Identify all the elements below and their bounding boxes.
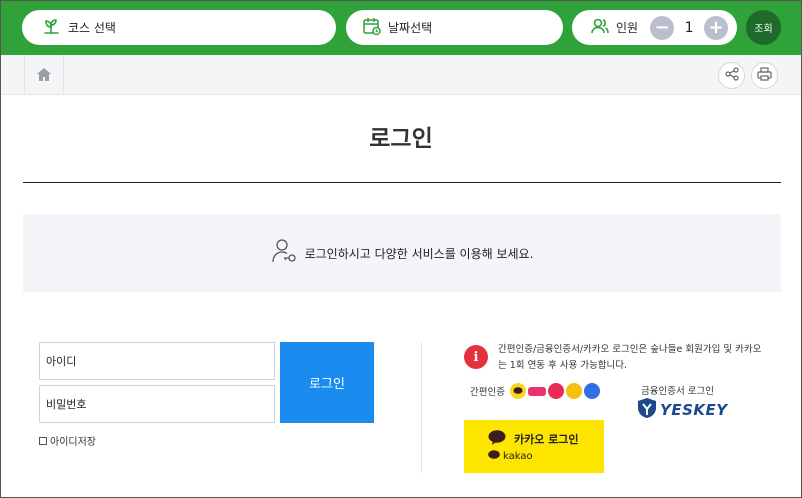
- print-button[interactable]: [751, 62, 778, 89]
- section-divider: [421, 342, 422, 473]
- pass-blue-logo-icon: [584, 383, 600, 399]
- title-divider: [23, 182, 781, 183]
- page-title: 로그인: [369, 126, 433, 152]
- reservation-bar: 코스 선택 날짜선택 인원 − 1 + 조회: [1, 1, 801, 55]
- login-notice: 로그인하시고 다양한 서비스를 이용해 보세요.: [23, 214, 781, 292]
- people-selector: 인원 − 1 +: [572, 10, 737, 45]
- save-id-option[interactable]: 아이디저장: [39, 433, 96, 448]
- share-button[interactable]: [718, 62, 745, 89]
- breadcrumb: [1, 55, 801, 95]
- kakao-small-bubble-icon: [488, 450, 500, 463]
- save-id-checkbox[interactable]: [39, 436, 47, 445]
- calendar-icon: [362, 16, 382, 40]
- course-select-label: 코스 선택: [68, 21, 116, 35]
- date-select-label: 날짜선택: [388, 21, 433, 35]
- kakao-login-label: 카카오 로그인: [514, 433, 579, 446]
- kakao-bubble-icon: [488, 430, 506, 448]
- decrease-people-button[interactable]: −: [650, 15, 675, 40]
- easy-auth-label: 간편인증: [470, 387, 505, 398]
- yeskey-login-button[interactable]: YESKEY: [637, 397, 728, 423]
- date-select[interactable]: 날짜선택: [346, 10, 563, 45]
- share-icon: [724, 66, 739, 85]
- kakao-logo-icon: [510, 383, 526, 399]
- easy-auth-button[interactable]: [510, 383, 602, 399]
- printer-icon: [757, 66, 772, 85]
- people-label: 인원: [616, 21, 639, 35]
- kakao-login-button[interactable]: 카카오 로그인 kakao: [464, 420, 604, 473]
- login-button[interactable]: 로그인: [280, 342, 374, 423]
- info-icon: i: [464, 345, 488, 369]
- people-icon: [590, 16, 610, 40]
- user-key-icon: [271, 237, 299, 269]
- course-select[interactable]: 코스 선택: [22, 10, 336, 45]
- home-button[interactable]: [24, 55, 64, 95]
- naver-logo-icon: [566, 383, 582, 399]
- search-button[interactable]: 조회: [746, 10, 781, 45]
- toss-logo-icon: [528, 386, 546, 396]
- pass-logo-icon: [548, 383, 564, 399]
- kakao-brand-label: kakao: [503, 451, 533, 462]
- save-id-label: 아이디저장: [50, 437, 96, 448]
- increase-people-button[interactable]: +: [704, 15, 729, 40]
- login-info-text: 간편인증/금융인증서/카카오 로그인은 숲나들e 회원가입 및 카카오는 1회 …: [498, 344, 762, 371]
- yeskey-shield-icon: [637, 397, 657, 423]
- password-input[interactable]: [39, 385, 275, 423]
- notice-text: 로그인하시고 다양한 서비스를 이용해 보세요.: [304, 246, 534, 261]
- people-count: 1: [684, 19, 694, 36]
- home-icon: [37, 66, 51, 85]
- sprout-icon: [42, 16, 62, 40]
- financial-cert-label: 금융인증서 로그인: [641, 386, 714, 397]
- yeskey-logo-text: YESKEY: [660, 401, 728, 419]
- user-id-input[interactable]: [39, 342, 275, 380]
